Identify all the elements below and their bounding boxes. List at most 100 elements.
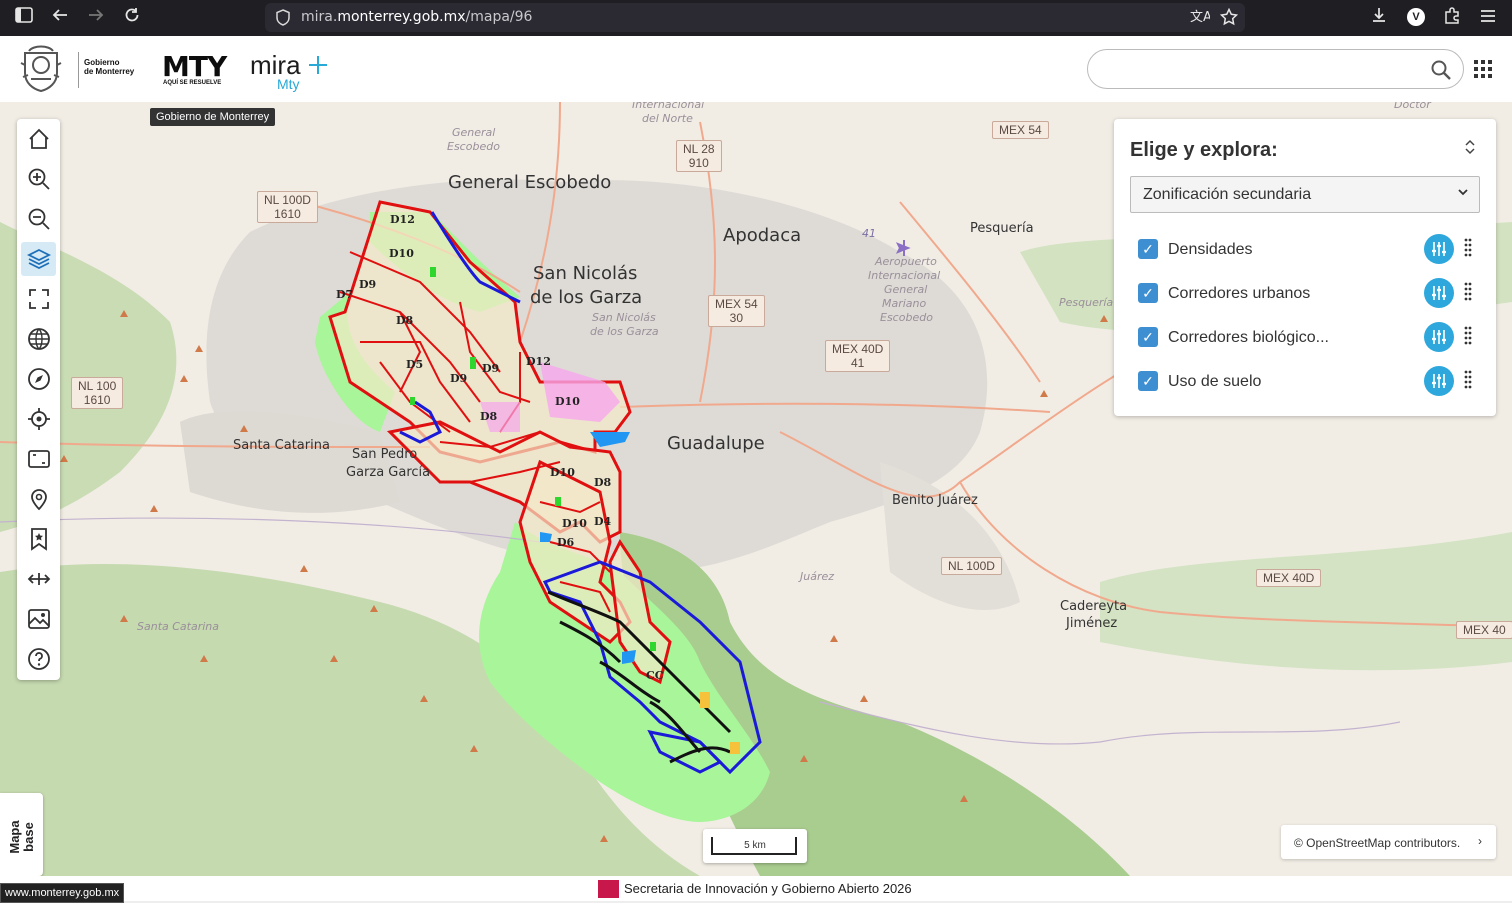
gov-name[interactable]: Gobierno de Monterrey bbox=[84, 58, 134, 76]
route-shield: NL 100D bbox=[941, 557, 1002, 575]
city-label: de los Garza bbox=[530, 287, 643, 308]
locate-button[interactable] bbox=[21, 402, 56, 436]
layer-label: Uso de suelo bbox=[1168, 373, 1262, 390]
marker-button[interactable] bbox=[21, 482, 56, 516]
scale-label: 5 km bbox=[744, 840, 766, 851]
layer-row-corredores-urbanos[interactable]: ✓ Corredores urbanos bbox=[1130, 278, 1480, 310]
sidebar-toggle-icon[interactable] bbox=[12, 6, 36, 30]
district-label: D9 bbox=[450, 372, 468, 385]
district-label: D10 bbox=[562, 517, 587, 530]
translate-icon[interactable]: 文A bbox=[1190, 8, 1212, 31]
route-shield: MEX 40 bbox=[1456, 621, 1512, 639]
attribution-toggle[interactable]: › bbox=[1478, 834, 1482, 848]
district-label: D12 bbox=[390, 213, 415, 226]
city-label: Pesquería bbox=[970, 221, 1034, 236]
layer-checkbox[interactable]: ✓ bbox=[1138, 283, 1158, 303]
place-label: Doctor bbox=[1394, 102, 1431, 111]
district-label: D7 bbox=[336, 288, 354, 301]
layer-checkbox[interactable]: ✓ bbox=[1138, 327, 1158, 347]
city-label: Cadereyta bbox=[1060, 599, 1128, 614]
coat-of-arms-logo[interactable] bbox=[19, 43, 63, 98]
airport-label: General bbox=[884, 283, 928, 296]
municipality-label: Juárez bbox=[800, 570, 835, 583]
reload-icon[interactable] bbox=[120, 6, 144, 30]
layer-checkbox[interactable]: ✓ bbox=[1138, 239, 1158, 259]
drag-handle-icon[interactable] bbox=[1464, 282, 1472, 304]
mty-logo[interactable]: MTY bbox=[162, 50, 227, 83]
zoom-out-icon bbox=[28, 208, 50, 230]
site-security-icon[interactable] bbox=[275, 9, 291, 31]
layer-checkbox[interactable]: ✓ bbox=[1138, 371, 1158, 391]
fullscreen-button[interactable] bbox=[21, 282, 56, 316]
layer-label: Densidades bbox=[1168, 241, 1253, 258]
drag-handle-icon[interactable] bbox=[1464, 326, 1472, 348]
airport-label: Internacional bbox=[868, 269, 941, 282]
zoom-in-icon bbox=[28, 168, 50, 190]
layer-row-densidades[interactable]: ✓ Densidades bbox=[1130, 234, 1480, 266]
layers-button[interactable] bbox=[21, 242, 56, 276]
district-label: D8 bbox=[396, 314, 414, 327]
url-text[interactable]: mira.monterrey.gob.mx/mapa/96 bbox=[301, 9, 532, 25]
compass-button[interactable] bbox=[21, 362, 56, 396]
bookmark-star-icon[interactable] bbox=[1219, 7, 1239, 31]
forward-icon[interactable] bbox=[84, 6, 108, 30]
base-map-label: Mapa base bbox=[7, 820, 36, 854]
apps-grid-icon[interactable] bbox=[1474, 60, 1492, 83]
scale-bar: 5 km bbox=[703, 829, 807, 863]
download-icon[interactable] bbox=[1367, 6, 1391, 30]
district-label: D9 bbox=[359, 278, 377, 291]
city-label: Benito Juárez bbox=[892, 493, 978, 508]
route-shield: NL 28 910 bbox=[676, 140, 722, 172]
search-box[interactable] bbox=[1087, 49, 1464, 89]
layer-group-select[interactable]: Zonificación secundaria bbox=[1130, 176, 1480, 213]
layer-row-corredores-biologicos[interactable]: ✓ Corredores biológico... bbox=[1130, 322, 1480, 354]
attribution-text[interactable]: © OpenStreetMap contributors. bbox=[1294, 836, 1460, 850]
image-button[interactable] bbox=[21, 602, 56, 636]
sliders-icon bbox=[1432, 242, 1446, 256]
municipality-label: de los Garza bbox=[590, 325, 659, 338]
back-icon[interactable] bbox=[48, 6, 72, 30]
drag-handle-icon[interactable] bbox=[1464, 238, 1472, 260]
municipality-label: Pesquería bbox=[1059, 296, 1114, 309]
measure-icon bbox=[27, 573, 50, 585]
district-label: D4 bbox=[594, 515, 612, 528]
route-shield: MEX 54 bbox=[992, 121, 1049, 139]
bookmark-button[interactable] bbox=[21, 522, 56, 556]
district-label: D9 bbox=[482, 362, 500, 375]
profile-avatar[interactable]: V bbox=[1407, 8, 1425, 26]
base-map-toggle[interactable]: Mapa base bbox=[0, 793, 43, 876]
city-label: General Escobedo bbox=[448, 172, 612, 193]
image-icon bbox=[27, 609, 50, 629]
layer-settings-button[interactable] bbox=[1424, 234, 1454, 264]
search-icon[interactable] bbox=[1430, 59, 1452, 86]
layers-panel: Elige y explora: Zonificación secundaria… bbox=[1114, 119, 1496, 416]
layer-label: Corredores biológico... bbox=[1168, 329, 1329, 346]
home-button[interactable] bbox=[21, 122, 56, 156]
layer-settings-button[interactable] bbox=[1424, 322, 1454, 352]
measure-button[interactable] bbox=[21, 562, 56, 596]
extensions-icon[interactable] bbox=[1440, 6, 1464, 30]
menu-icon[interactable] bbox=[1476, 6, 1500, 30]
district-label: D8 bbox=[480, 410, 498, 423]
collapse-toggle-icon[interactable] bbox=[1464, 139, 1476, 158]
help-button[interactable] bbox=[21, 642, 56, 676]
layer-row-uso-de-suelo[interactable]: ✓ Uso de suelo bbox=[1130, 366, 1480, 398]
select-value: Zonificación secundaria bbox=[1143, 186, 1312, 203]
city-label: San Nicolás bbox=[533, 263, 638, 284]
district-label: CC bbox=[646, 669, 664, 682]
locate-icon bbox=[27, 408, 50, 430]
zoom-in-button[interactable] bbox=[21, 162, 56, 196]
globe-button[interactable] bbox=[21, 322, 56, 356]
address-bar[interactable]: mira.monterrey.gob.mx/mapa/96 文A bbox=[265, 3, 1245, 32]
svg-text:文A: 文A bbox=[1190, 10, 1210, 25]
drag-handle-icon[interactable] bbox=[1464, 370, 1472, 392]
search-input[interactable] bbox=[1104, 59, 1428, 81]
layer-settings-button[interactable] bbox=[1424, 366, 1454, 396]
panel-title: Elige y explora: bbox=[1130, 139, 1278, 161]
map-frame-button[interactable] bbox=[21, 442, 56, 476]
zoom-out-button[interactable] bbox=[21, 202, 56, 236]
layer-settings-button[interactable] bbox=[1424, 278, 1454, 308]
chevron-down-icon bbox=[1457, 186, 1469, 201]
airport-label: Escobedo bbox=[880, 311, 933, 324]
district-label: D6 bbox=[557, 536, 575, 549]
